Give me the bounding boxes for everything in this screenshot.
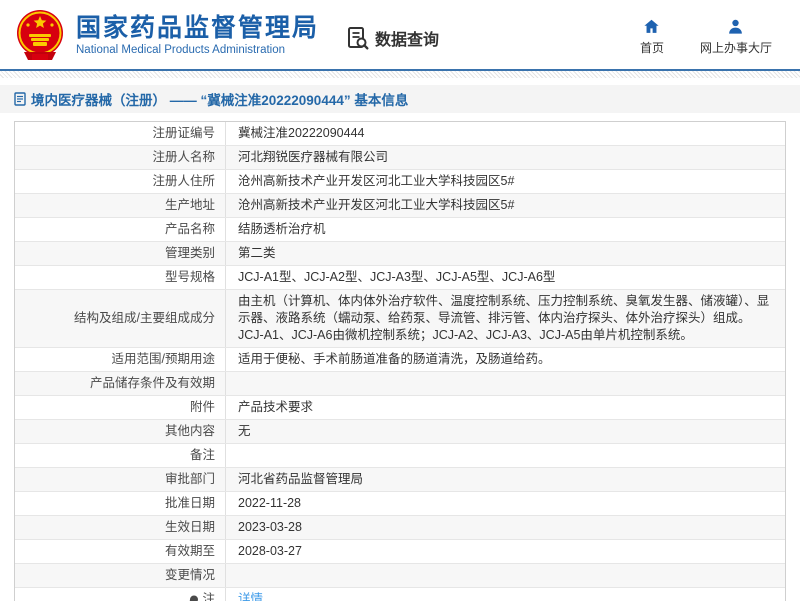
row-label: 其他内容: [15, 420, 226, 443]
table-row: 其他内容 无: [15, 419, 785, 443]
data-query-section[interactable]: 数据查询: [347, 26, 439, 50]
row-label: 产品名称: [15, 218, 226, 241]
row-label: 审批部门: [15, 468, 226, 491]
table-row: 注册证编号 冀械注准20222090444: [15, 122, 785, 145]
row-label: 注: [15, 588, 226, 601]
nav-service-hall-label: 网上办事大厅: [699, 40, 772, 55]
row-label-text: 注: [202, 592, 215, 601]
table-row: 型号规格 JCJ-A1型、JCJ-A2型、JCJ-A3型、JCJ-A5型、JCJ-…: [15, 265, 785, 289]
home-icon: [644, 19, 660, 33]
row-label: 产品储存条件及有效期: [15, 372, 226, 395]
site-subtitle: National Medical Products Administration: [76, 43, 286, 56]
row-label-text: 备注: [189, 448, 215, 462]
row-value: 沧州高新技术产业开发区河北工业大学科技园区5#: [238, 174, 515, 188]
header-nav: 首页 网上办事大厅: [630, 18, 772, 56]
table-row: 适用范围/预期用途 适用于便秘、手术前肠道准备的肠道清洗，及肠道给药。: [15, 347, 785, 371]
row-label-text: 变更情况: [164, 568, 215, 582]
table-row: 附件 产品技术要求: [15, 395, 785, 419]
table-row: 有效期至 2028-03-27: [15, 539, 785, 563]
row-value: 由主机（计算机、体内体外治疗软件、温度控制系统、压力控制系统、臭氧发生器、储液罐…: [238, 294, 770, 342]
row-label-text: 审批部门: [164, 472, 215, 486]
row-label-text: 生效日期: [164, 520, 215, 534]
row-value: 河北省药品监督管理局: [238, 472, 364, 486]
nav-home[interactable]: 首页: [630, 18, 674, 56]
row-label: 型号规格: [15, 266, 226, 289]
row-label: 备注: [15, 444, 226, 467]
row-label: 变更情况: [15, 564, 226, 587]
nav-home-label: 首页: [639, 40, 664, 55]
row-label-text: 注册证编号: [152, 126, 215, 140]
row-label-text: 批准日期: [164, 496, 215, 510]
table-row: 审批部门 河北省药品监督管理局: [15, 467, 785, 491]
row-value: 沧州高新技术产业开发区河北工业大学科技园区5#: [238, 198, 515, 212]
row-value: 2023-03-28: [238, 520, 302, 534]
row-value: 2022-11-28: [238, 496, 302, 510]
row-value: 河北翔锐医疗器械有限公司: [238, 150, 389, 164]
site-header: 国家药品监督管理局 National Medical Products Admi…: [0, 0, 800, 71]
row-value: [226, 372, 785, 395]
row-label: 附件: [15, 396, 226, 419]
row-value: 适用于便秘、手术前肠道准备的肠道清洗，及肠道给药。: [238, 352, 551, 366]
row-label-text: 产品储存条件及有效期: [89, 376, 215, 390]
page-title-bar: 境内医疗器械（注册） —— “冀械注准20222090444” 基本信息: [0, 85, 800, 113]
detail-link[interactable]: 详情: [238, 591, 263, 601]
row-label-text: 其他内容: [164, 424, 215, 438]
row-value: [226, 444, 785, 467]
page-title: 境内医疗器械（注册） —— “冀械注准20222090444” 基本信息: [31, 93, 409, 108]
row-label-text: 注册人名称: [152, 150, 215, 164]
row-label-text: 产品名称: [164, 222, 215, 236]
row-value: 无: [238, 424, 251, 438]
row-label-text: 附件: [189, 400, 215, 414]
decorative-hatch-strip: [0, 71, 800, 78]
document-search-icon: [348, 26, 369, 49]
table-row: 产品名称 结肠透析治疗机: [15, 217, 785, 241]
data-query-label: 数据查询: [375, 31, 440, 49]
info-table: 注册证编号 冀械注准20222090444 注册人名称 河北翔锐医疗器械有限公司 注册人…: [14, 121, 786, 601]
row-value: 2028-03-27: [238, 544, 302, 558]
site-brand: 国家药品监督管理局 National Medical Products Admi…: [76, 14, 319, 56]
row-label-text: 型号规格: [164, 270, 215, 284]
row-label-text: 有效期至: [164, 544, 215, 558]
row-value: 第二类: [238, 246, 276, 260]
row-label: 批准日期: [15, 492, 226, 515]
row-label-text: 结构及组成/主要组成成分: [74, 311, 215, 325]
table-row: 结构及组成/主要组成成分 由主机（计算机、体内体外治疗软件、温度控制系统、压力控制…: [15, 289, 785, 347]
table-row: 生产地址 沧州高新技术产业开发区河北工业大学科技园区5#: [15, 193, 785, 217]
site-title: 国家药品监督管理局: [76, 13, 320, 42]
row-label-text: 适用范围/预期用途: [111, 352, 215, 366]
row-value: 结肠透析治疗机: [238, 222, 326, 236]
table-row: 注册人名称 河北翔锐医疗器械有限公司: [15, 145, 785, 169]
row-value: JCJ-A1型、JCJ-A2型、JCJ-A3型、JCJ-A5型、JCJ-A6型: [238, 270, 556, 284]
document-icon: [14, 92, 26, 106]
table-row: 变更情况: [15, 563, 785, 587]
row-value: [226, 564, 785, 587]
row-label: 结构及组成/主要组成成分: [15, 290, 226, 347]
row-label-text: 管理类别: [164, 246, 215, 260]
row-label: 注册人住所: [15, 170, 226, 193]
row-value: 产品技术要求: [238, 400, 314, 414]
table-row: 生效日期 2023-03-28: [15, 515, 785, 539]
table-row: 产品储存条件及有效期: [15, 371, 785, 395]
row-label: 生产地址: [15, 194, 226, 217]
row-value: 详情: [226, 588, 785, 601]
table-row: 注册人住所 沧州高新技术产业开发区河北工业大学科技园区5#: [15, 169, 785, 193]
table-row: 备注: [15, 443, 785, 467]
row-label: 注册证编号: [15, 122, 226, 145]
note-icon: [190, 595, 199, 601]
row-value: 冀械注准20222090444: [238, 126, 365, 140]
table-row: 批准日期 2022-11-28: [15, 491, 785, 515]
table-row: 注 详情: [15, 587, 785, 601]
user-icon: [729, 19, 743, 34]
row-label-text: 生产地址: [164, 198, 215, 212]
national-emblem-icon: [17, 9, 63, 60]
row-label: 注册人名称: [15, 146, 226, 169]
nav-service-hall[interactable]: 网上办事大厅: [700, 18, 772, 56]
row-label: 管理类别: [15, 242, 226, 265]
row-label: 适用范围/预期用途: [15, 348, 226, 371]
row-label-text: 注册人住所: [152, 174, 215, 188]
row-label: 生效日期: [15, 516, 226, 539]
row-label: 有效期至: [15, 540, 226, 563]
table-row: 管理类别 第二类: [15, 241, 785, 265]
